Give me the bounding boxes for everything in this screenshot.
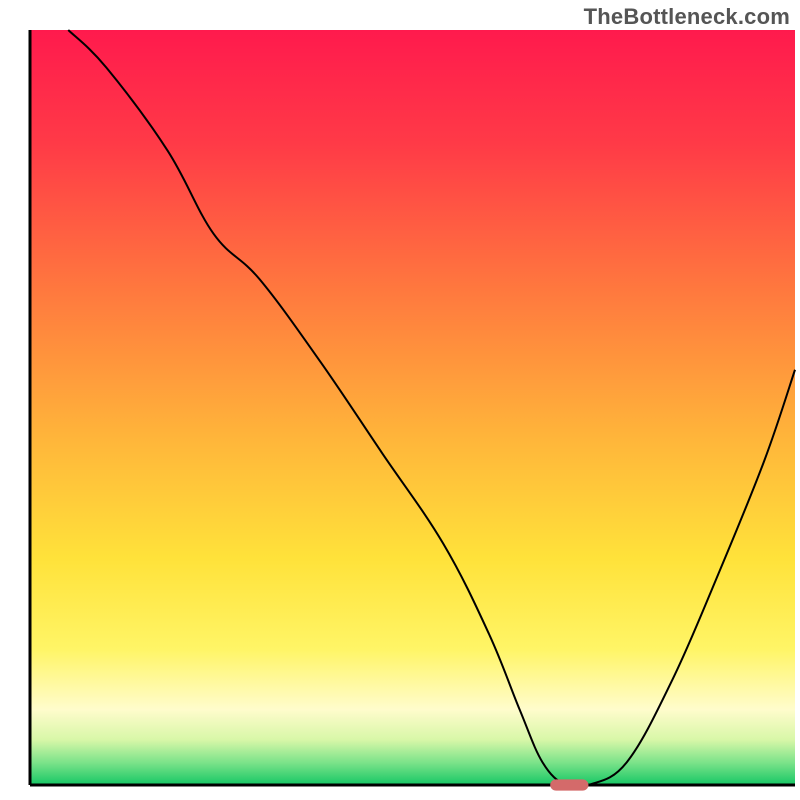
bottom-marker <box>550 779 588 790</box>
chart-svg <box>0 0 800 800</box>
plot-background <box>30 30 795 785</box>
chart-container: TheBottleneck.com <box>0 0 800 800</box>
